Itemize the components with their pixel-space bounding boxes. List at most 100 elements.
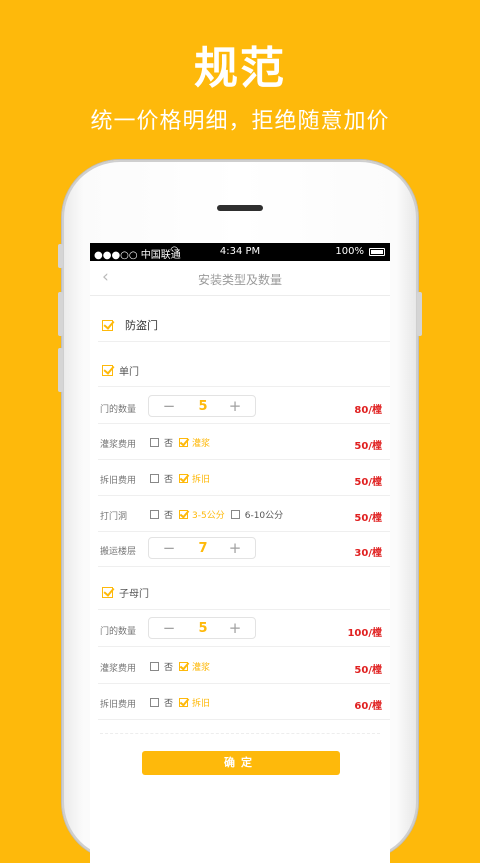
row-price: 100/樘 — [347, 628, 382, 639]
remove-label: 拆旧费用 — [100, 700, 137, 710]
product-name: 防盗门 — [125, 319, 158, 332]
grout-options: 否 灌浆 — [150, 660, 216, 673]
checked-icon — [179, 510, 189, 519]
divider — [98, 386, 390, 387]
page-title: 安装类型及数量 — [197, 273, 282, 287]
section-single-door[interactable]: 单门 — [102, 363, 139, 378]
checkbox-empty-icon — [150, 510, 159, 519]
option-label: 拆旧 — [192, 475, 211, 485]
option-3-5cm[interactable]: 3-5公分 — [179, 508, 225, 521]
row-price: 30/樘 — [354, 548, 382, 559]
plus-button[interactable]: + — [223, 397, 247, 415]
minus-button[interactable]: − — [157, 539, 181, 557]
checked-icon — [102, 319, 113, 331]
option-grout[interactable]: 灌浆 — [179, 436, 210, 449]
confirm-button[interactable]: 确定 — [142, 751, 340, 775]
partial-row — [100, 733, 380, 742]
door-qty-stepper: − 5 + — [148, 617, 256, 639]
phone-screen: ●●●○○ 中国联通 ◠ 4:34 PM 100% ‹ 安装类型及数量 防盗门 … — [90, 243, 390, 863]
option-label: 否 — [164, 439, 174, 449]
divider — [98, 719, 390, 720]
divider — [98, 459, 390, 460]
plus-button[interactable]: + — [223, 619, 247, 637]
checkbox-empty-icon — [150, 474, 159, 483]
option-no[interactable]: 否 — [150, 696, 173, 709]
checked-icon — [179, 474, 189, 483]
mute-switch — [58, 244, 63, 268]
phone-speaker — [217, 205, 263, 211]
option-no[interactable]: 否 — [150, 436, 173, 449]
qty-value[interactable]: 5 — [185, 399, 221, 414]
floor-stepper: − 7 + — [148, 537, 256, 559]
row-price: 50/樘 — [354, 665, 382, 676]
divider — [98, 566, 390, 567]
power-button — [417, 292, 422, 336]
option-label: 拆旧 — [192, 699, 211, 709]
remove-label: 拆旧费用 — [100, 476, 137, 486]
grout-label: 灌浆费用 — [100, 664, 137, 674]
minus-button[interactable]: − — [157, 619, 181, 637]
nav-bar: ‹ 安装类型及数量 — [90, 261, 390, 296]
divider — [98, 646, 390, 647]
qty-value[interactable]: 7 — [185, 541, 221, 556]
door-qty-stepper: − 5 + — [148, 395, 256, 417]
option-label: 否 — [164, 699, 174, 709]
row-price: 60/樘 — [354, 701, 382, 712]
divider — [98, 423, 390, 424]
grout-label: 灌浆费用 — [100, 440, 137, 450]
phone-frame: ●●●○○ 中国联通 ◠ 4:34 PM 100% ‹ 安装类型及数量 防盗门 … — [58, 160, 422, 863]
promo-subheadline: 统一价格明细，拒绝随意加价 — [90, 109, 390, 134]
battery-percent: 100% — [335, 246, 364, 257]
option-no[interactable]: 否 — [150, 472, 173, 485]
door-qty-label: 门的数量 — [100, 627, 137, 637]
row-price: 50/樘 — [354, 441, 382, 452]
volume-up-button — [58, 292, 63, 336]
row-price: 50/樘 — [354, 477, 382, 488]
option-label: 灌浆 — [192, 663, 211, 673]
grout-options: 否 灌浆 — [150, 436, 216, 449]
product-checkbox-row[interactable]: 防盗门 — [102, 317, 158, 333]
option-no[interactable]: 否 — [150, 508, 173, 521]
divider — [98, 495, 390, 496]
option-grout[interactable]: 灌浆 — [179, 660, 210, 673]
divider — [98, 683, 390, 684]
qty-value[interactable]: 5 — [185, 621, 221, 636]
section-label: 单门 — [119, 367, 139, 378]
option-no[interactable]: 否 — [150, 660, 173, 673]
checked-icon — [179, 698, 189, 707]
minus-button[interactable]: − — [157, 397, 181, 415]
option-label: 否 — [164, 475, 174, 485]
remove-options: 否 拆旧 — [150, 696, 216, 709]
divider — [98, 531, 390, 532]
option-label: 3-5公分 — [192, 511, 225, 521]
row-price: 80/樘 — [354, 405, 382, 416]
plus-button[interactable]: + — [223, 539, 247, 557]
option-label: 否 — [164, 511, 174, 521]
hole-label: 打门洞 — [100, 512, 128, 522]
status-bar: ●●●○○ 中国联通 ◠ 4:34 PM 100% — [90, 243, 390, 261]
checked-icon — [102, 365, 113, 376]
option-label: 灌浆 — [192, 439, 211, 449]
checkbox-empty-icon — [150, 662, 159, 671]
checkbox-empty-icon — [150, 438, 159, 447]
checked-icon — [102, 587, 113, 598]
volume-down-button — [58, 348, 63, 392]
section-label: 子母门 — [119, 589, 149, 600]
checkbox-empty-icon — [150, 698, 159, 707]
option-remove[interactable]: 拆旧 — [179, 472, 210, 485]
option-6-10cm[interactable]: 6-10公分 — [230, 508, 284, 521]
option-label: 6-10公分 — [244, 511, 284, 521]
hole-options: 否 3-5公分 6-10公分 — [150, 508, 289, 521]
row-price: 50/樘 — [354, 513, 382, 524]
divider — [98, 341, 390, 342]
remove-options: 否 拆旧 — [150, 472, 216, 485]
promo-headline: 规范 — [194, 43, 286, 94]
option-remove[interactable]: 拆旧 — [179, 696, 210, 709]
floor-label: 搬运楼层 — [100, 547, 137, 557]
checked-icon — [179, 438, 189, 447]
checked-icon — [179, 662, 189, 671]
door-qty-label: 门的数量 — [100, 405, 137, 415]
checkbox-empty-icon — [230, 510, 240, 519]
section-mother-door[interactable]: 子母门 — [102, 585, 149, 600]
battery-icon — [369, 248, 385, 256]
